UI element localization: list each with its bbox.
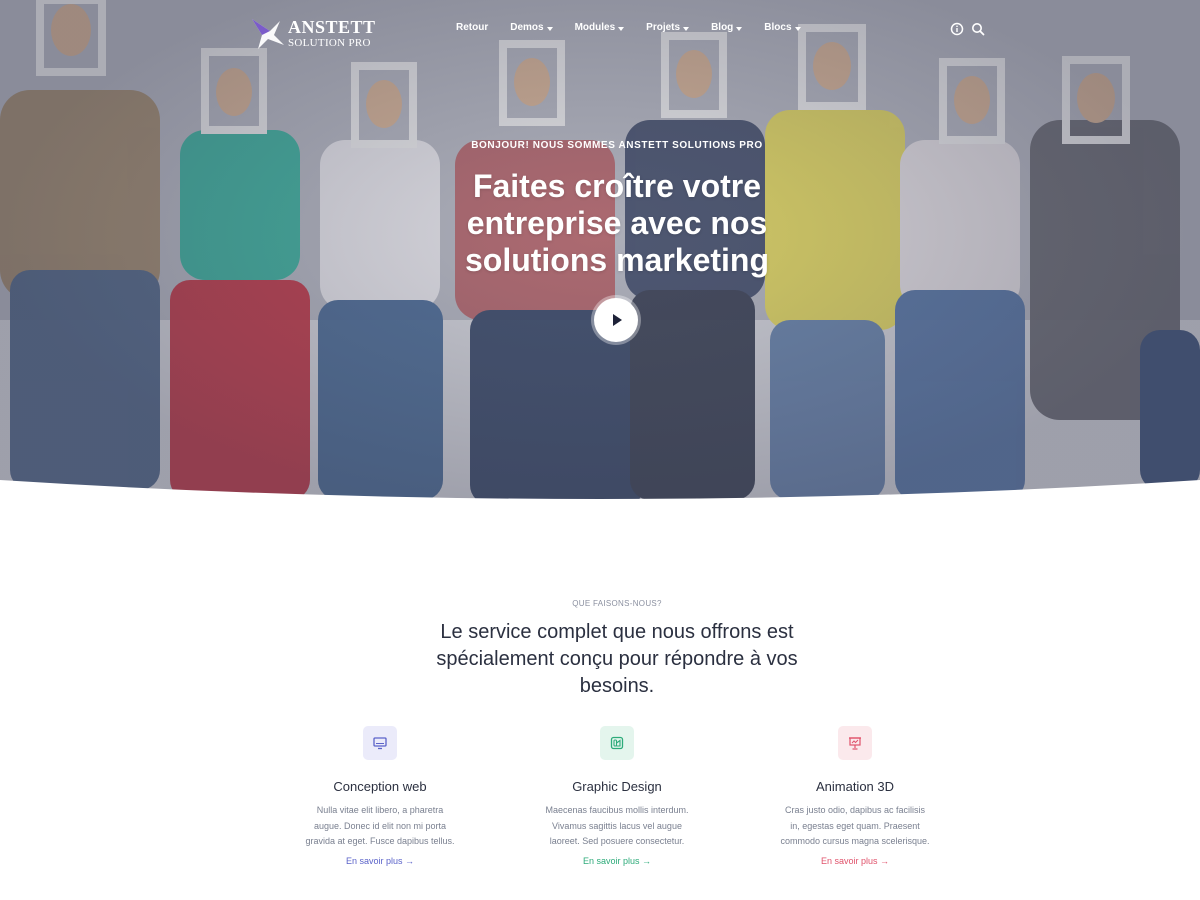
services-title: Le service complet que nous offrons est …	[436, 621, 798, 697]
chevron-down-icon	[683, 26, 690, 31]
card-text: Maecenas faucibus mollis interdum. Vivam…	[545, 805, 689, 846]
hero-headline: Faites croître votre entreprise avec nos…	[420, 168, 814, 279]
play-video-button[interactable]	[594, 298, 638, 342]
search-icon[interactable]	[971, 22, 985, 36]
nav-item-label: Blocs	[764, 22, 792, 33]
service-card-animation: Animation 3D Cras justo odio, dapibus ac…	[735, 726, 975, 866]
nav-item-projets[interactable]: Projets	[646, 22, 690, 33]
services-eyebrow: QUE FAISONS-NOUS?	[572, 599, 662, 608]
card-title: Animation 3D	[815, 779, 895, 794]
nav-item-retour[interactable]: Retour	[456, 22, 488, 33]
palette-icon	[610, 736, 624, 750]
nav-item-blog[interactable]: Blog	[711, 22, 743, 33]
brand-logo[interactable]: ANSTETT SOLUTION PRO	[250, 14, 390, 52]
hero-headline-line: entreprise avec nos	[466, 205, 768, 241]
brand-name: ANSTETT	[288, 16, 376, 37]
hero-section: ANSTETT SOLUTION PRO Retour Demos Module…	[0, 0, 1200, 520]
chevron-down-icon	[546, 26, 553, 31]
service-card-graphic: Graphic Design Maecenas faucibus mollis …	[497, 726, 737, 866]
chevron-down-icon	[736, 26, 743, 31]
play-icon	[613, 314, 622, 326]
card-title: Graphic Design	[572, 779, 662, 794]
card-title: Conception web	[333, 779, 427, 794]
card-icon-wrap	[838, 726, 872, 760]
info-icon[interactable]	[950, 22, 964, 36]
nav-item-label: Blog	[711, 22, 734, 33]
hero-eyebrow: BONJOUR! NOUS SOMMES ANSTETT SOLUTIONS P…	[471, 140, 763, 151]
nav-item-label: Retour	[456, 22, 489, 33]
nav-item-blocs[interactable]: Blocs	[764, 22, 801, 33]
nav-item-label: Projets	[646, 22, 681, 33]
monitor-icon	[373, 737, 387, 750]
hero-headline-line: solutions marketing	[464, 242, 770, 278]
card-text: Nulla vitae elit libero, a pharetra augu…	[305, 805, 455, 846]
nav-item-label: Modules	[574, 22, 616, 33]
card-icon-wrap	[600, 726, 634, 760]
card-text: Cras justo odio, dapibus ac facilisis in…	[780, 805, 930, 846]
brand-text: ANSTETT SOLUTION PRO	[288, 18, 376, 49]
nav-item-label: Demos	[510, 22, 544, 33]
learn-more-link[interactable]: En savoir plus →	[497, 856, 737, 866]
hero-headline-line: Faites croître votre	[472, 168, 762, 204]
brand-tagline: SOLUTION PRO	[288, 36, 371, 49]
learn-more-link[interactable]: En savoir plus →	[260, 856, 500, 866]
chevron-down-icon	[794, 26, 801, 31]
presentation-icon	[849, 737, 861, 750]
service-card-web: Conception web Nulla vitae elit libero, …	[260, 726, 500, 866]
nav-item-modules[interactable]: Modules	[575, 22, 625, 33]
bird-logo-icon	[252, 19, 284, 49]
learn-more-link[interactable]: En savoir plus →	[735, 856, 975, 866]
hero-bottom-curve	[0, 480, 1200, 520]
chevron-down-icon	[618, 26, 625, 31]
top-navbar: ANSTETT SOLUTION PRO Retour Demos Module…	[0, 0, 1200, 60]
main-menu: Retour Demos Modules Projets Blog Blocs	[456, 22, 823, 33]
card-icon-wrap	[363, 726, 397, 760]
nav-item-demos[interactable]: Demos	[510, 22, 553, 33]
